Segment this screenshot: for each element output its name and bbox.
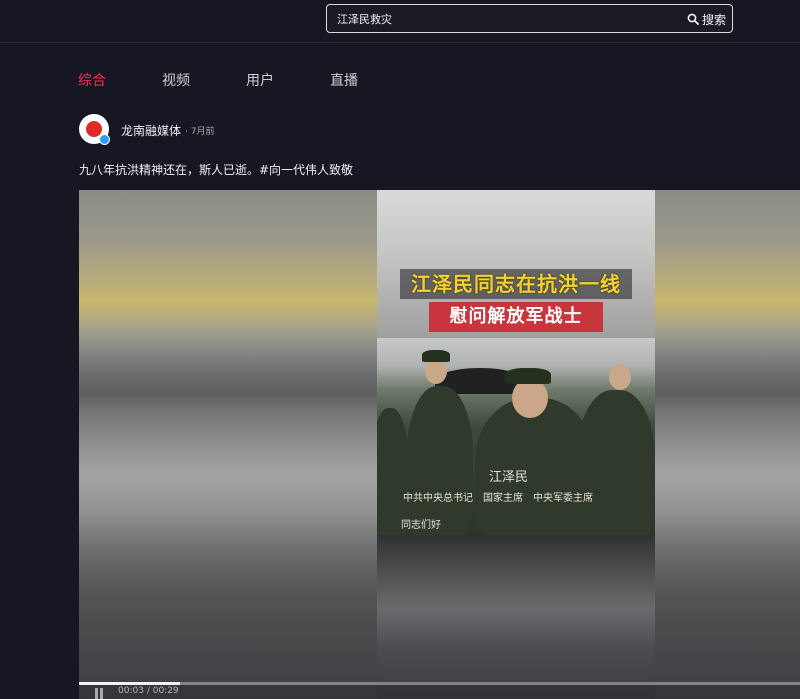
tab-users[interactable]: 用户 xyxy=(246,70,274,90)
video-blur-background-left xyxy=(79,190,377,699)
pause-icon[interactable] xyxy=(93,687,105,699)
verified-badge-icon xyxy=(99,134,110,145)
top-bar: 搜索 xyxy=(0,0,800,43)
author-avatar[interactable] xyxy=(79,114,110,145)
person-head xyxy=(609,364,631,390)
video-frame-bottom xyxy=(377,535,655,699)
tab-videos[interactable]: 视频 xyxy=(162,70,190,90)
video-headline-line2: 慰问解放军战士 xyxy=(429,302,603,332)
author-logo xyxy=(86,121,102,137)
video-caption-greeting: 同志们好 xyxy=(401,520,441,531)
video-frame: 江泽民同志在抗洪一线 慰问解放军战士 江泽民 中共中央总书记 国家主席 中央军委… xyxy=(377,190,655,699)
person-shape xyxy=(407,386,473,535)
video-duration: 00:29 xyxy=(152,686,179,696)
video-current-time: 00:03 xyxy=(118,686,144,696)
video-blur-background-right xyxy=(655,190,800,699)
search-box: 搜索 xyxy=(326,4,733,33)
video-player[interactable]: 江泽民同志在抗洪一线 慰问解放军战士 江泽民 中共中央总书记 国家主席 中央军委… xyxy=(79,190,800,699)
person-cap xyxy=(505,368,551,384)
search-input[interactable] xyxy=(337,11,667,27)
video-caption-name: 江泽民 xyxy=(489,470,529,485)
video-controls: 00:03 / 00:29 xyxy=(79,685,800,699)
person-cap xyxy=(422,350,450,362)
person-head xyxy=(512,378,548,418)
search-button-label: 搜索 xyxy=(701,12,726,27)
tab-live[interactable]: 直播 xyxy=(330,70,358,90)
video-headline-line1: 江泽民同志在抗洪一线 xyxy=(400,269,632,299)
tab-comprehensive[interactable]: 综合 xyxy=(78,70,106,90)
search-button[interactable]: 搜索 xyxy=(687,10,726,28)
post-time: · 7月前 xyxy=(185,127,215,137)
post-description: 九八年抗洪精神还在，斯人已逝。#向一代伟人致敬 xyxy=(79,163,354,177)
video-caption-titles: 中共中央总书记 国家主席 中央军委主席 xyxy=(403,493,593,504)
author-name[interactable]: 龙南融媒体 xyxy=(121,122,181,139)
video-time: 00:03 / 00:29 xyxy=(118,686,179,696)
video-photo: 江泽民 中共中央总书记 国家主席 中央军委主席 同志们好 xyxy=(377,338,655,535)
search-icon xyxy=(687,13,699,25)
